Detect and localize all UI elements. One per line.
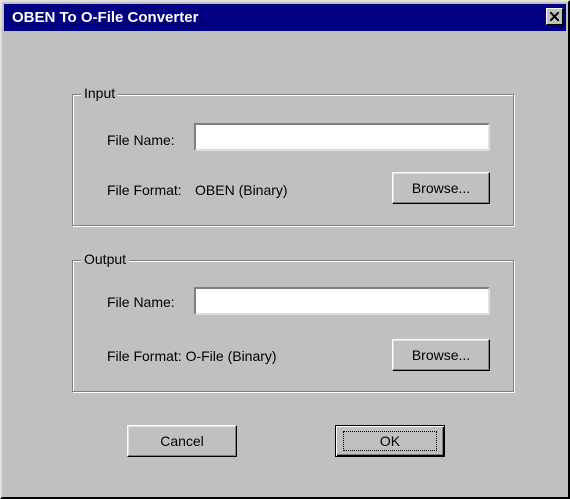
converter-dialog: OBEN To O-File Converter Input File Name… [0,0,570,499]
output-browse-button[interactable]: Browse... [392,339,490,371]
input-file-name-label: File Name: [107,132,175,148]
input-groupbox: Input File Name: File Format: OBEN (Bina… [72,84,514,226]
input-file-format-label: File Format: [107,182,182,198]
output-group-label: Output [81,250,130,268]
title-bar[interactable]: OBEN To O-File Converter [4,4,566,31]
ok-button[interactable]: OK [335,425,445,457]
output-file-format-text: File Format: O-File (Binary) [107,348,277,364]
close-button[interactable] [546,8,563,25]
input-file-format-value: OBEN (Binary) [195,182,288,198]
close-icon [550,12,559,21]
ok-button-label: OK [342,431,438,451]
input-group-label: Input [81,84,119,102]
input-browse-button[interactable]: Browse... [392,172,490,204]
output-file-name-label: File Name: [107,294,175,310]
output-groupbox: Output File Name: File Format: O-File (B… [72,250,514,392]
cancel-button[interactable]: Cancel [127,425,237,457]
input-file-name-field[interactable] [194,123,490,151]
window-title: OBEN To O-File Converter [12,9,199,26]
output-file-name-field[interactable] [194,287,490,315]
